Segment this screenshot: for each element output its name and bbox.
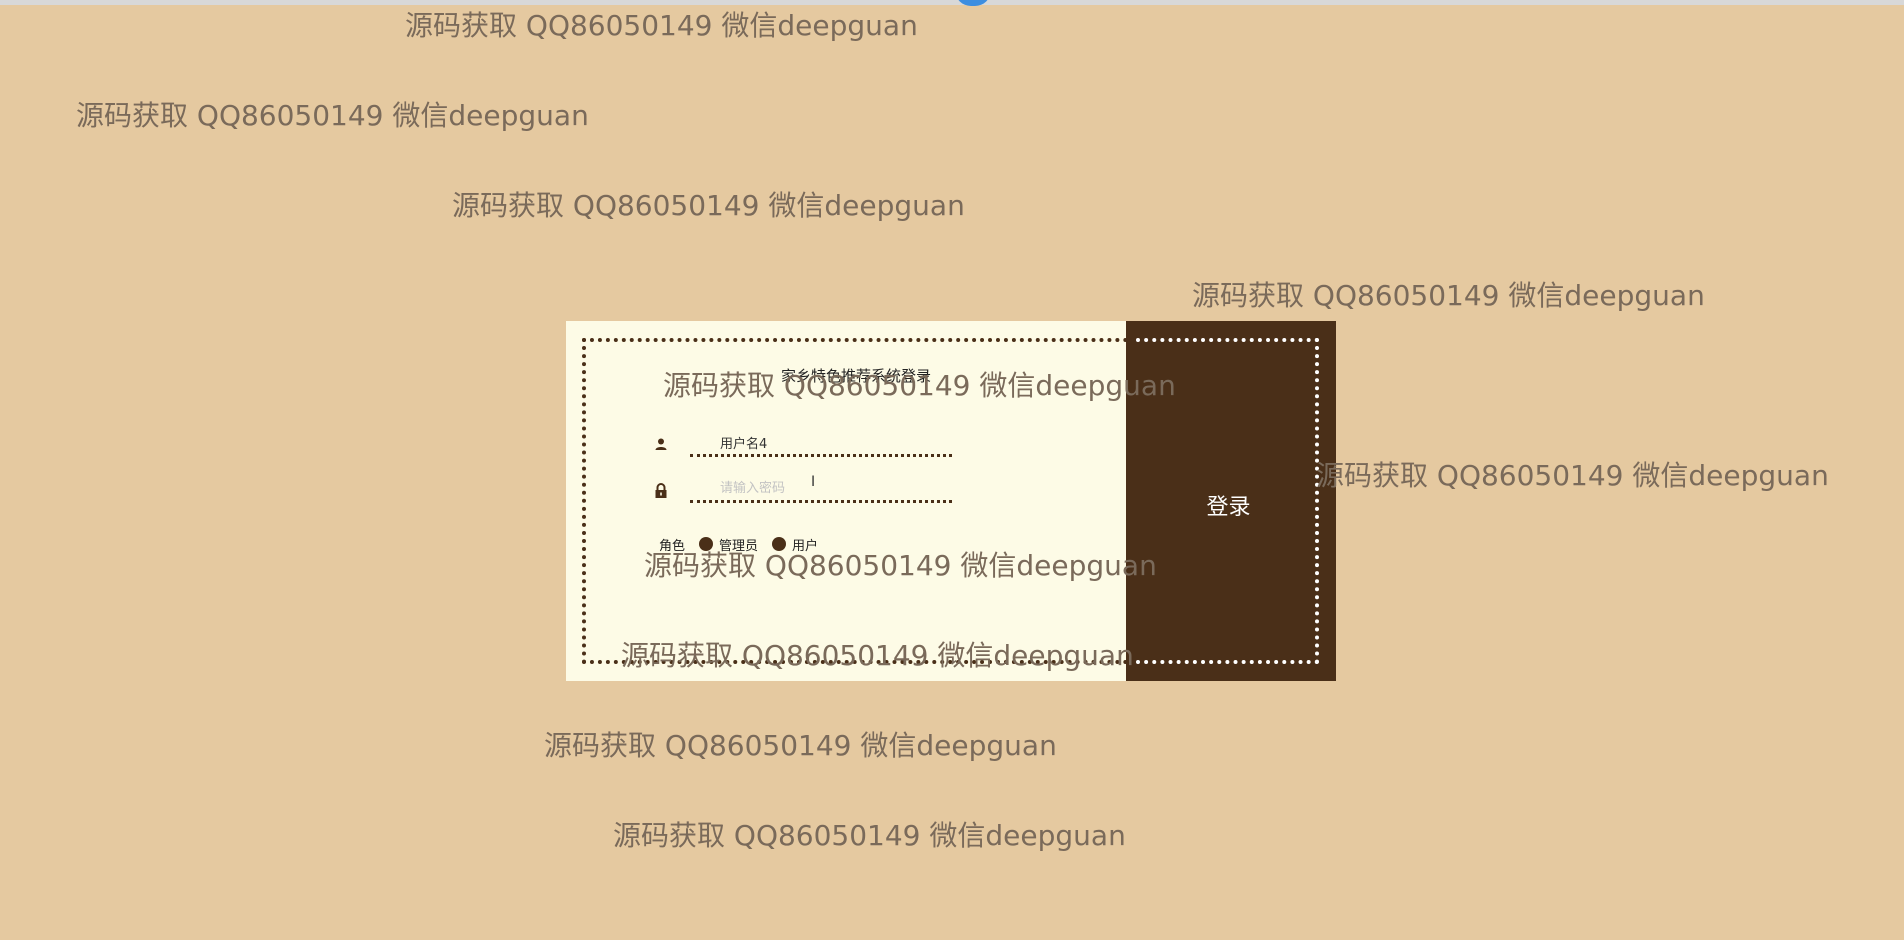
- watermark: 源码获取 QQ86050149 微信deepguan: [1316, 459, 1829, 492]
- text-cursor-icon: I: [811, 474, 816, 490]
- role-option-admin[interactable]: 管理员: [719, 535, 758, 554]
- watermark: 源码获取 QQ86050149 微信deepguan: [544, 729, 1057, 762]
- browser-top-bar: [0, 0, 1904, 5]
- watermark: 源码获取 QQ86050149 微信deepguan: [613, 819, 1126, 852]
- login-title: 家乡特色推荐系统登录: [780, 367, 931, 385]
- username-row: [654, 431, 964, 459]
- password-input[interactable]: [690, 477, 952, 503]
- watermark: 源码获取 QQ86050149 微信deepguan: [405, 9, 918, 42]
- username-input[interactable]: [690, 431, 952, 457]
- role-option-user[interactable]: 用户: [792, 535, 818, 554]
- role-radio-user[interactable]: [772, 537, 787, 551]
- login-card: 家乡特色推荐系统登录 角色 管理员 用户 登录: [566, 321, 1336, 681]
- role-radio-admin[interactable]: [699, 537, 714, 551]
- login-button-label: 登录: [1206, 495, 1251, 520]
- role-selector: 角色 管理员 用户: [659, 534, 832, 554]
- watermark: 源码获取 QQ86050149 微信deepguan: [1192, 279, 1705, 312]
- password-row: [654, 477, 964, 505]
- lock-icon: [654, 483, 668, 499]
- watermark: 源码获取 QQ86050149 微信deepguan: [76, 99, 589, 132]
- login-button[interactable]: 登录: [1126, 321, 1336, 681]
- watermark: 源码获取 QQ86050149 微信deepguan: [452, 189, 965, 222]
- user-icon: [654, 437, 668, 453]
- role-label: 角色: [659, 538, 686, 554]
